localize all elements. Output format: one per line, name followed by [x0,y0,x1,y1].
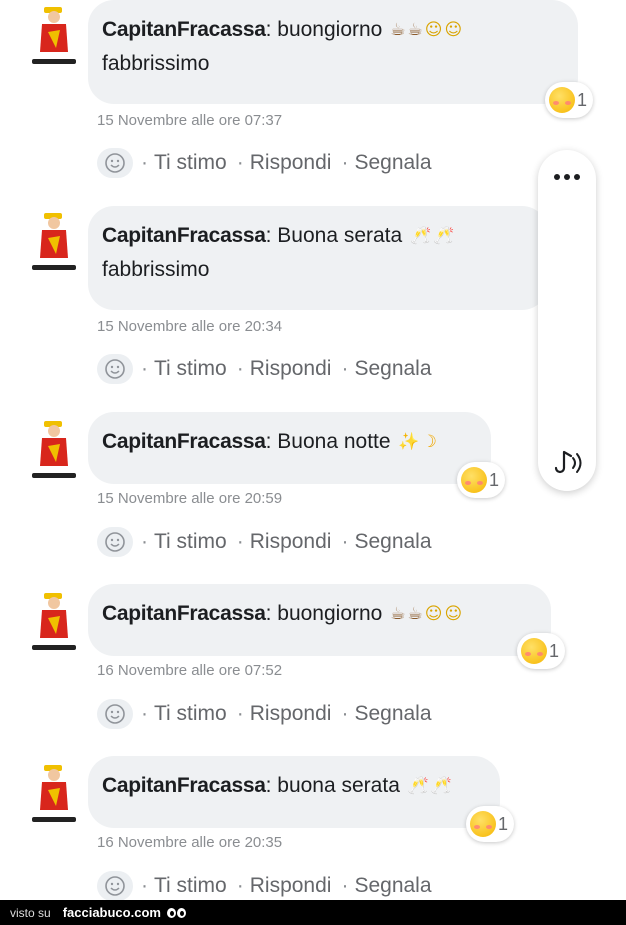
comment-text: buongiorno [271,602,383,625]
comment-text: Buona serata [271,224,403,247]
smiley-outline-icon [105,876,125,896]
ti-stimo-button[interactable]: Ti stimo [154,530,227,554]
comment-bubble: CapitanFracassa: Buona notte ✨ ☽ [88,412,491,484]
avatar[interactable] [30,4,78,66]
smiley-outline-icon [105,704,125,724]
rispondi-button[interactable]: Rispondi [250,702,332,726]
smiley-icon: ☺ [424,604,443,625]
comments-page: CapitanFracassa: buongiorno ☕ ☕ ☺ ☺ fabbris… [0,0,626,925]
visto-su-label: visto su [10,905,51,920]
rispondi-button[interactable]: Rispondi [250,151,332,175]
segnala-button[interactable]: Segnala [354,702,431,726]
more-dots-icon[interactable] [538,162,596,192]
comment-actions: · Ti stimo · Rispondi · Segnala [97,354,432,384]
timestamp[interactable]: 16 Novembre alle ore 07:52 [97,662,282,679]
segnala-button[interactable]: Segnala [354,530,431,554]
sparkles-icon: ✨ [398,432,420,453]
ti-stimo-button[interactable]: Ti stimo [154,357,227,381]
brand-logo-text: facciabuco.com [62,905,161,920]
segnala-button[interactable]: Segnala [354,357,431,381]
blush-face-icon [470,811,496,837]
comment-actions: · Ti stimo · Rispondi · Segnala [97,527,432,557]
reaction-badge[interactable]: 1 [457,462,506,498]
author-name[interactable]: CapitanFracassa [102,430,266,453]
comment-text-line2: fabbrissimo [102,258,210,281]
comment-text: Buona notte [271,430,391,453]
author-name[interactable]: CapitanFracassa [102,224,266,247]
coffee-icon: ☕ [390,20,406,41]
champagne-glasses-icon: 🥂 [430,776,453,797]
champagne-glasses-icon: 🥂 [433,226,455,247]
avatar[interactable] [30,418,78,480]
watermark-bar: visto su facciabuco.com [0,900,626,925]
smiley-outline-icon [105,532,125,552]
rispondi-button[interactable]: Rispondi [250,357,332,381]
comment-text: buona serata [271,774,400,797]
avatar[interactable] [30,762,78,824]
blush-face-icon [549,87,575,113]
react-smiley-button[interactable] [97,148,133,178]
ti-stimo-button[interactable]: Ti stimo [154,874,227,898]
timestamp[interactable]: 15 Novembre alle ore 20:59 [97,490,282,507]
coffee-icon: ☕ [407,604,423,625]
comment-actions: · Ti stimo · Rispondi · Segnala [97,148,432,178]
react-smiley-button[interactable] [97,699,133,729]
reaction-count: 1 [577,89,588,110]
eyes-logo-icon [166,907,186,918]
react-smiley-button[interactable] [97,354,133,384]
avatar[interactable] [30,590,78,652]
smiley-outline-icon [105,359,125,379]
ti-stimo-button[interactable]: Ti stimo [154,151,227,175]
crescent-moon-icon: ☽ [421,432,437,453]
smiley-icon: ☺ [444,20,463,41]
author-name[interactable]: CapitanFracassa [102,774,266,797]
coffee-icon: ☕ [390,604,406,625]
timestamp[interactable]: 16 Novembre alle ore 20:35 [97,834,282,851]
rispondi-button[interactable]: Rispondi [250,530,332,554]
reaction-count: 1 [489,469,500,490]
smiley-icon: ☺ [444,604,463,625]
comment-bubble: CapitanFracassa: Buona serata 🥂 🥂 fabbris… [88,206,548,310]
author-name[interactable]: CapitanFracassa [102,602,266,625]
author-name[interactable]: CapitanFracassa [102,18,266,41]
comment-bubble: CapitanFracassa: buongiorno ☕ ☕ ☺ ☺ fabbris… [88,0,578,104]
comment-bubble: CapitanFracassa: buona serata 🥂 🥂 [88,756,500,828]
segnala-button[interactable]: Segnala [354,874,431,898]
comment-actions: · Ti stimo · Rispondi · Segnala [97,871,432,901]
champagne-glasses-icon: 🥂 [410,226,432,247]
comment-text-line2: fabbrissimo [102,52,210,75]
text-to-speech-icon[interactable] [547,442,587,482]
smiley-icon: ☺ [424,20,443,41]
react-smiley-button[interactable] [97,527,133,557]
reaction-badge[interactable]: 1 [517,633,566,669]
coffee-icon: ☕ [407,20,423,41]
comment-bubble: CapitanFracassa: buongiorno ☕ ☕ ☺ ☺ [88,584,551,656]
hugging-face-icon [521,638,547,664]
blush-face-icon [461,467,487,493]
react-smiley-button[interactable] [97,871,133,901]
comment-text: buongiorno [271,18,383,41]
rispondi-button[interactable]: Rispondi [250,874,332,898]
segnala-button[interactable]: Segnala [354,151,431,175]
timestamp[interactable]: 15 Novembre alle ore 20:34 [97,318,282,335]
comment-actions: · Ti stimo · Rispondi · Segnala [97,699,432,729]
reaction-badge[interactable]: 1 [466,806,515,842]
reaction-count: 1 [498,813,509,834]
ti-stimo-button[interactable]: Ti stimo [154,702,227,726]
avatar[interactable] [30,210,78,272]
champagne-glasses-icon: 🥂 [407,776,429,797]
reaction-badge[interactable]: 1 [545,82,594,118]
reaction-count: 1 [549,640,560,661]
timestamp[interactable]: 15 Novembre alle ore 07:37 [97,112,282,129]
floating-action-panel [538,150,596,491]
smiley-outline-icon [105,153,125,173]
